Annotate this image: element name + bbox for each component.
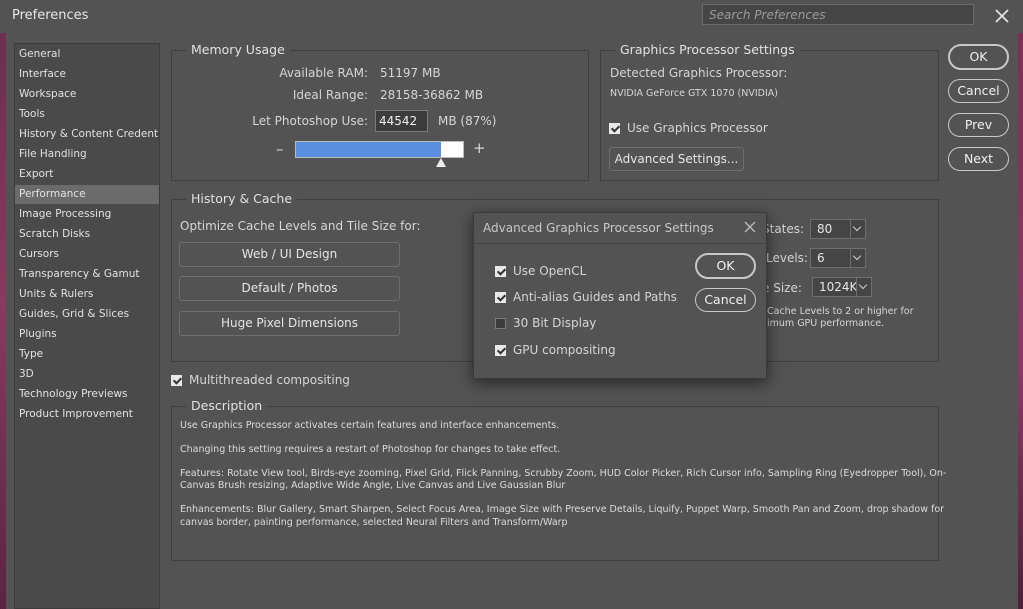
sidebar-item-product-improvement[interactable]: Product Improvement [15,405,159,424]
cache-levels-value: 6 [817,251,825,265]
dialog-ok-button[interactable]: OK [695,253,756,279]
dialog-close-icon[interactable] [742,219,758,235]
sidebar-item-plugins[interactable]: Plugins [15,325,159,344]
multithreaded-label: Multithreaded compositing [189,373,350,387]
ideal-range-label: Ideal Range: [292,88,368,102]
sidebar-item-technology-previews[interactable]: Technology Previews [15,385,159,404]
cache-note-line2: imum GPU performance. [767,318,885,329]
sidebar-item-performance[interactable]: Performance [15,185,159,204]
gpu-compositing-checkbox[interactable] [495,345,506,356]
increase-memory-icon[interactable]: + [473,139,486,157]
photoshop-use-input[interactable]: 44542 [375,110,428,132]
sidebar-item-tools[interactable]: Tools [15,105,159,124]
chevron-down-icon [856,278,871,296]
dialog-divider [474,243,766,244]
sidebar-item-image-processing[interactable]: Image Processing [15,205,159,224]
chevron-down-icon [850,249,865,267]
sidebar-item-3d[interactable]: 3D [15,365,159,384]
sidebar-item-export[interactable]: Export [15,165,159,184]
decrease-memory-icon[interactable]: – [276,140,284,158]
advanced-settings-button[interactable]: Advanced Settings... [609,147,744,171]
gpu-settings-title: Graphics Processor Settings [615,42,800,57]
description-line-3: Features: Rotate View tool, Birds-eye zo… [180,468,947,479]
sidebar-item-history-content-credentials[interactable]: History & Content Credentials [15,125,159,144]
default-photos-button[interactable]: Default / Photos [179,276,400,301]
chevron-down-icon [850,220,865,238]
prev-button[interactable]: Prev [948,113,1009,137]
advanced-gpu-dialog: Advanced Graphics Processor Settings Use… [473,212,767,379]
web-ui-design-button[interactable]: Web / UI Design [179,242,400,267]
available-ram-value: 51197 MB [380,66,441,80]
gpu-compositing-label: GPU compositing [513,343,616,357]
description-line-4: Canvas Brush resizing, Adaptive Wide Ang… [180,480,566,491]
use-gpu-label: Use Graphics Processor [627,121,768,135]
description-line-6: canvas border, painting performance, sel… [180,517,568,528]
thirty-bit-display-label: 30 Bit Display [513,316,597,330]
history-states-value: 80 [817,222,833,236]
dialog-title: Advanced Graphics Processor Settings [483,221,714,235]
sidebar-item-type[interactable]: Type [15,345,159,364]
use-opencl-label: Use OpenCL [513,264,587,278]
detected-gpu-label: Detected Graphics Processor: [610,66,788,80]
sidebar-item-transparency-gamut[interactable]: Transparency & Gamut [15,265,159,284]
sidebar: General Interface Workspace Tools Histor… [14,43,160,609]
thirty-bit-display-checkbox[interactable] [495,318,506,329]
sidebar-item-guides-grid-slices[interactable]: Guides, Grid & Slices [15,305,159,324]
description-line-2: Changing this setting requires a restart… [180,444,561,455]
memory-slider-thumb[interactable] [436,158,446,167]
cache-note-line1: Cache Levels to 2 or higher for [767,306,914,317]
use-gpu-checkbox[interactable] [609,123,620,134]
anti-alias-label: Anti-alias Guides and Paths [513,290,677,304]
search-input[interactable] [703,5,973,24]
huge-pixel-dimensions-button[interactable]: Huge Pixel Dimensions [179,311,400,336]
sidebar-item-cursors[interactable]: Cursors [15,245,159,264]
cache-levels-dropdown[interactable]: 6 [810,248,866,268]
description-line-5: Enhancements: Blur Gallery, Smart Sharpe… [180,504,945,515]
photoshop-use-suffix: MB (87%) [438,114,497,128]
close-icon[interactable] [990,4,1014,28]
available-ram-label: Available RAM: [279,66,368,80]
use-opencl-checkbox[interactable] [495,266,506,277]
sidebar-item-scratch-disks[interactable]: Scratch Disks [15,225,159,244]
cache-levels-label: Levels: [766,251,808,265]
sidebar-item-workspace[interactable]: Workspace [15,85,159,104]
sidebar-item-general[interactable]: General [15,45,159,64]
photoshop-use-label: Let Photoshop Use: [252,114,368,128]
tile-size-value: 1024K [819,280,858,294]
ok-button[interactable]: OK [948,44,1009,70]
tile-size-label: e Size: [762,281,802,295]
dialog-cancel-button[interactable]: Cancel [695,288,756,312]
next-button[interactable]: Next [948,147,1009,171]
desktop-background-left [0,0,6,609]
anti-alias-checkbox[interactable] [495,292,506,303]
cancel-button[interactable]: Cancel [948,79,1009,103]
history-states-label: States: [762,222,805,236]
memory-slider-fill [296,142,441,157]
sidebar-item-units-rulers[interactable]: Units & Rulers [15,285,159,304]
memory-slider[interactable] [295,141,464,158]
multithreaded-checkbox[interactable] [171,375,182,386]
sidebar-item-file-handling[interactable]: File Handling [15,145,159,164]
window-title: Preferences [12,8,89,23]
memory-usage-title: Memory Usage [186,42,290,57]
sidebar-item-interface[interactable]: Interface [15,65,159,84]
gpu-name: NVIDIA GeForce GTX 1070 (NVIDIA) [610,88,778,99]
search-box[interactable] [702,4,974,25]
description-title: Description [186,398,268,413]
history-states-dropdown[interactable]: 80 [810,219,866,239]
optimize-cache-label: Optimize Cache Levels and Tile Size for: [180,219,421,233]
tile-size-dropdown[interactable]: 1024K [812,277,872,297]
desktop-background-right [1018,0,1023,609]
description-line-1: Use Graphics Processor activates certain… [180,420,560,431]
ideal-range-value: 28158-36862 MB [380,88,484,102]
history-cache-title: History & Cache [186,191,298,206]
